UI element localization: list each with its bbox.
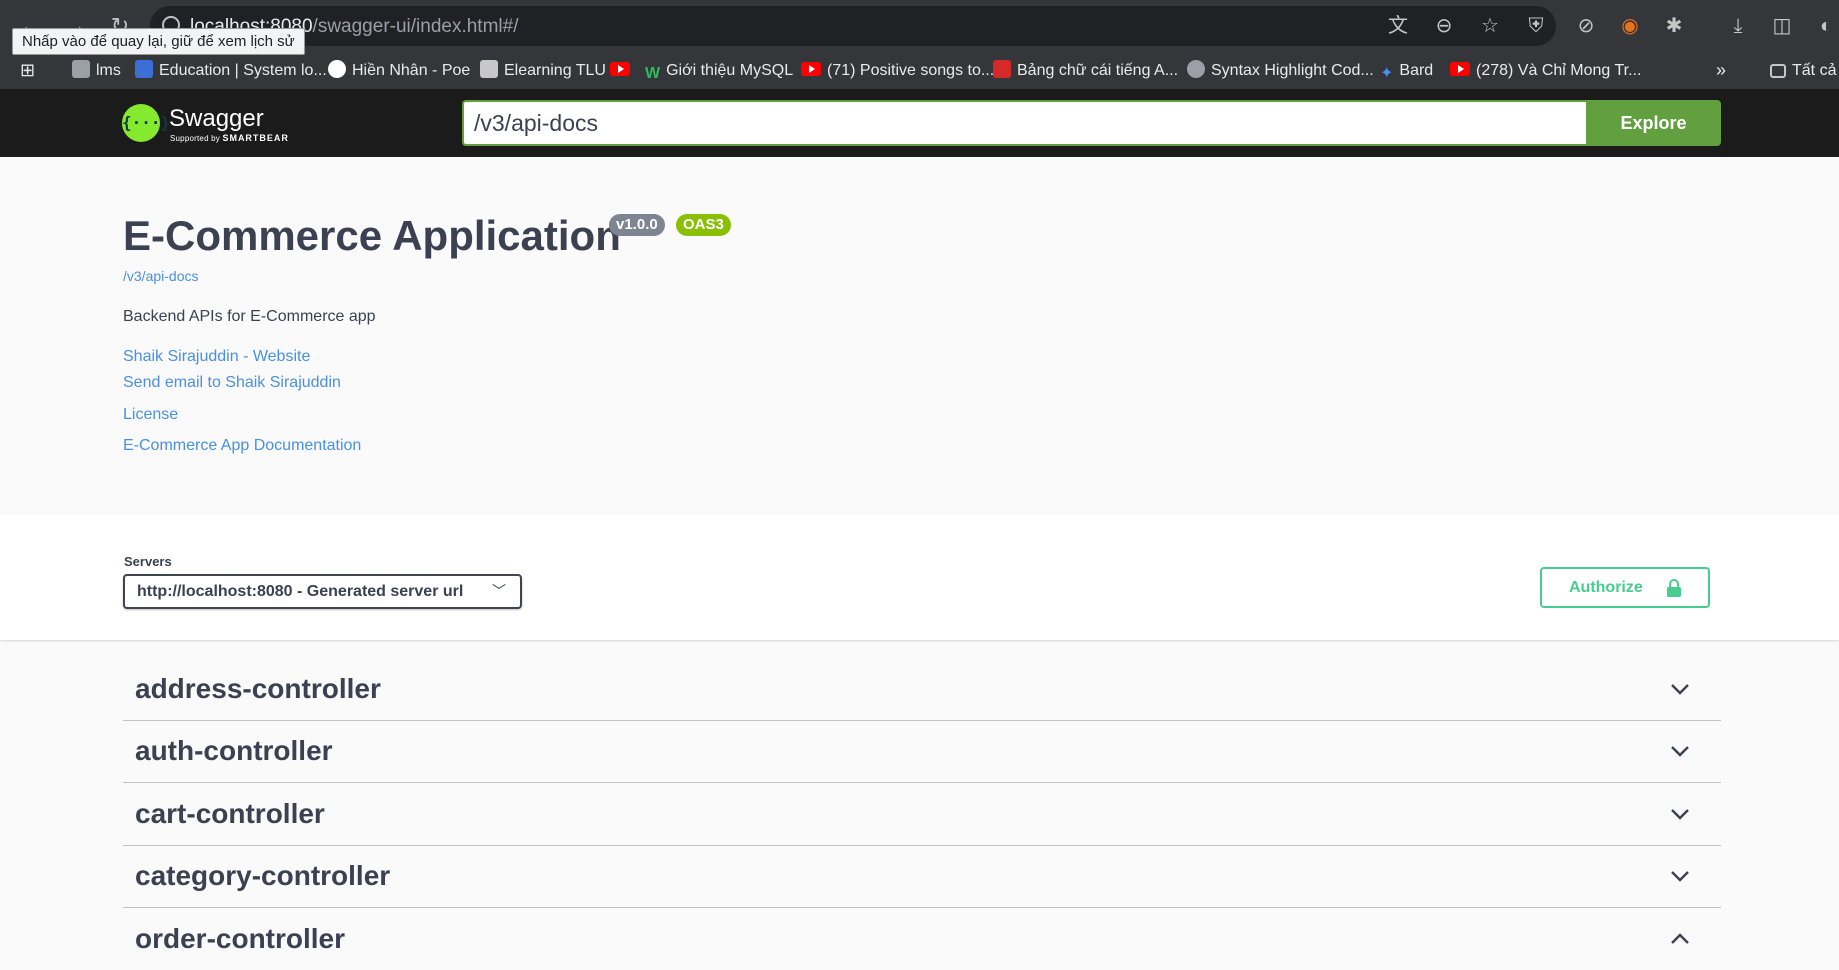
logo-sub-brand: SMARTBEAR [222, 133, 289, 143]
folder-label: Tất cả [1792, 62, 1837, 79]
doc-icon [480, 60, 498, 78]
logo-title: Swagger [169, 105, 264, 132]
compass-icon[interactable]: ⊘ [1572, 12, 1600, 40]
bookmark-item[interactable]: Syntax Highlight Cod... [1187, 52, 1374, 89]
contact-website-link[interactable]: Shaik Sirajuddin - Website [123, 348, 310, 366]
swagger-logo-icon: {···} [122, 104, 170, 142]
bookmark-item[interactable]: Bảng chữ cái tiếng A... [993, 52, 1178, 89]
side-panel-icon[interactable]: ◫ [1768, 12, 1796, 40]
bookmark-label: Education | System lo... [159, 62, 327, 79]
back-tooltip: Nhấp vào để quay lại, giữ để xem lịch sử [12, 28, 305, 55]
chevron-down-icon[interactable] [1668, 677, 1692, 701]
bookmark-item[interactable]: Hiền Nhân - Poe [328, 52, 470, 89]
extension-colored-icon[interactable]: ◉ [1616, 12, 1644, 40]
tag-name: auth-controller [135, 735, 333, 766]
bookmark-item[interactable] [610, 52, 636, 89]
bookmark-label: Bảng chữ cái tiếng A... [1017, 62, 1179, 79]
bookmark-item[interactable]: Education | System lo... [135, 52, 327, 89]
bookmark-label: Bard [1399, 62, 1434, 79]
extensions-icon[interactable]: ✱ [1660, 12, 1688, 40]
chevron-down-icon: ﹀ [492, 583, 506, 599]
chevron-up-icon[interactable] [1668, 927, 1692, 951]
more-bookmarks-icon[interactable]: » [1716, 52, 1726, 89]
youtube-icon [801, 62, 821, 76]
youtube-icon [1450, 62, 1470, 76]
servers-label: Servers [124, 554, 172, 569]
bookmark-label: (71) Positive songs to... [827, 62, 995, 79]
bookmarks-bar: ⊞ lms Education | System lo... Hiền Nhân… [0, 52, 1839, 90]
servers-select[interactable]: http://localhost:8080 - Generated server… [123, 574, 522, 609]
youtube-icon [610, 62, 630, 76]
lock-icon [1667, 579, 1681, 597]
license-link[interactable]: License [123, 406, 178, 424]
bookmark-item[interactable]: (71) Positive songs to... [801, 52, 994, 89]
globe-icon [1187, 60, 1205, 78]
logo-subtitle: Supported by SMARTBEAR [170, 133, 289, 143]
folder-icon [1770, 64, 1786, 78]
bookmark-item[interactable]: ✦ Bard [1380, 52, 1433, 89]
explore-url-input[interactable]: /v3/api-docs [462, 100, 1586, 146]
download-icon[interactable]: ⤓ [1724, 12, 1752, 40]
tag-section-category-controller[interactable]: category-controller [123, 845, 1721, 908]
api-docs-link[interactable]: /v3/api-docs [123, 268, 198, 284]
tag-name: cart-controller [135, 798, 325, 829]
chevron-down-icon[interactable] [1668, 802, 1692, 826]
profile-icon[interactable]: ◐ [1812, 12, 1839, 40]
w-icon: W [645, 65, 661, 82]
authorize-button[interactable]: Authorize [1540, 567, 1710, 608]
tag-name: category-controller [135, 860, 391, 891]
chevron-down-icon[interactable] [1668, 864, 1692, 888]
bookmark-label: lms [96, 62, 121, 79]
bookmark-label: (278) Và Chỉ Mong Tr... [1476, 62, 1642, 79]
bookmark-label: Syntax Highlight Cod... [1211, 62, 1374, 79]
red-icon [993, 60, 1011, 78]
bookmark-label: Hiền Nhân - Poe [352, 62, 471, 79]
external-docs-link[interactable]: E-Commerce App Documentation [123, 437, 361, 455]
swagger-topbar: {···} Swagger Supported by SMARTBEAR /v3… [0, 89, 1839, 157]
zoom-out-icon[interactable]: ⊖ [1430, 12, 1458, 40]
explore-button[interactable]: Explore [1586, 100, 1721, 146]
shield-icon[interactable]: ⛨ [1522, 12, 1550, 40]
bookmark-item[interactable]: W Giới thiệu MySQL [645, 52, 793, 89]
all-bookmarks-folder[interactable]: Tất cả [1770, 52, 1836, 89]
edu-icon [135, 60, 153, 78]
translate-icon[interactable]: 文 [1384, 12, 1412, 40]
page-title: E-Commerce Application [123, 212, 621, 259]
contact-email-link[interactable]: Send email to Shaik Sirajuddin [123, 374, 341, 392]
bookmark-label: Elearning TLU [504, 62, 606, 79]
servers-selected-value: http://localhost:8080 - Generated server… [137, 583, 464, 600]
tag-section-address-controller[interactable]: address-controller [123, 658, 1721, 721]
doc-icon [72, 60, 90, 78]
logo-sub-prefix: Supported by [170, 134, 220, 143]
chevron-down-icon[interactable] [1668, 739, 1692, 763]
tag-section-auth-controller[interactable]: auth-controller [123, 720, 1721, 783]
tag-name: order-controller [135, 923, 346, 954]
address-bar[interactable]: localhost:8080/swagger-ui/index.html#/ 文… [150, 6, 1556, 46]
api-description: Backend APIs for E-Commerce app [123, 308, 376, 325]
bookmark-item[interactable]: Elearning TLU [480, 52, 606, 89]
tag-section-order-controller[interactable]: order-controller [123, 908, 1721, 970]
version-badge: v1.0.0 [609, 214, 665, 236]
oas-badge: OAS3 [676, 214, 731, 236]
tag-name: address-controller [135, 673, 381, 704]
bookmark-star-icon[interactable]: ☆ [1476, 12, 1504, 40]
bookmark-item[interactable]: lms [72, 52, 121, 89]
sparkle-icon: ✦ [1380, 65, 1394, 82]
url-path: /swagger-ui/index.html#/ [312, 16, 519, 37]
poe-icon [328, 60, 346, 78]
bookmark-label: Giới thiệu MySQL [666, 62, 794, 79]
authorize-label: Authorize [1569, 579, 1643, 596]
bookmark-item[interactable]: (278) Và Chỉ Mong Tr... [1450, 52, 1641, 89]
scheme-container: Servers http://localhost:8080 - Generate… [0, 514, 1839, 640]
tag-section-cart-controller[interactable]: cart-controller [123, 783, 1721, 846]
apps-grid-icon[interactable]: ⊞ [20, 52, 35, 89]
